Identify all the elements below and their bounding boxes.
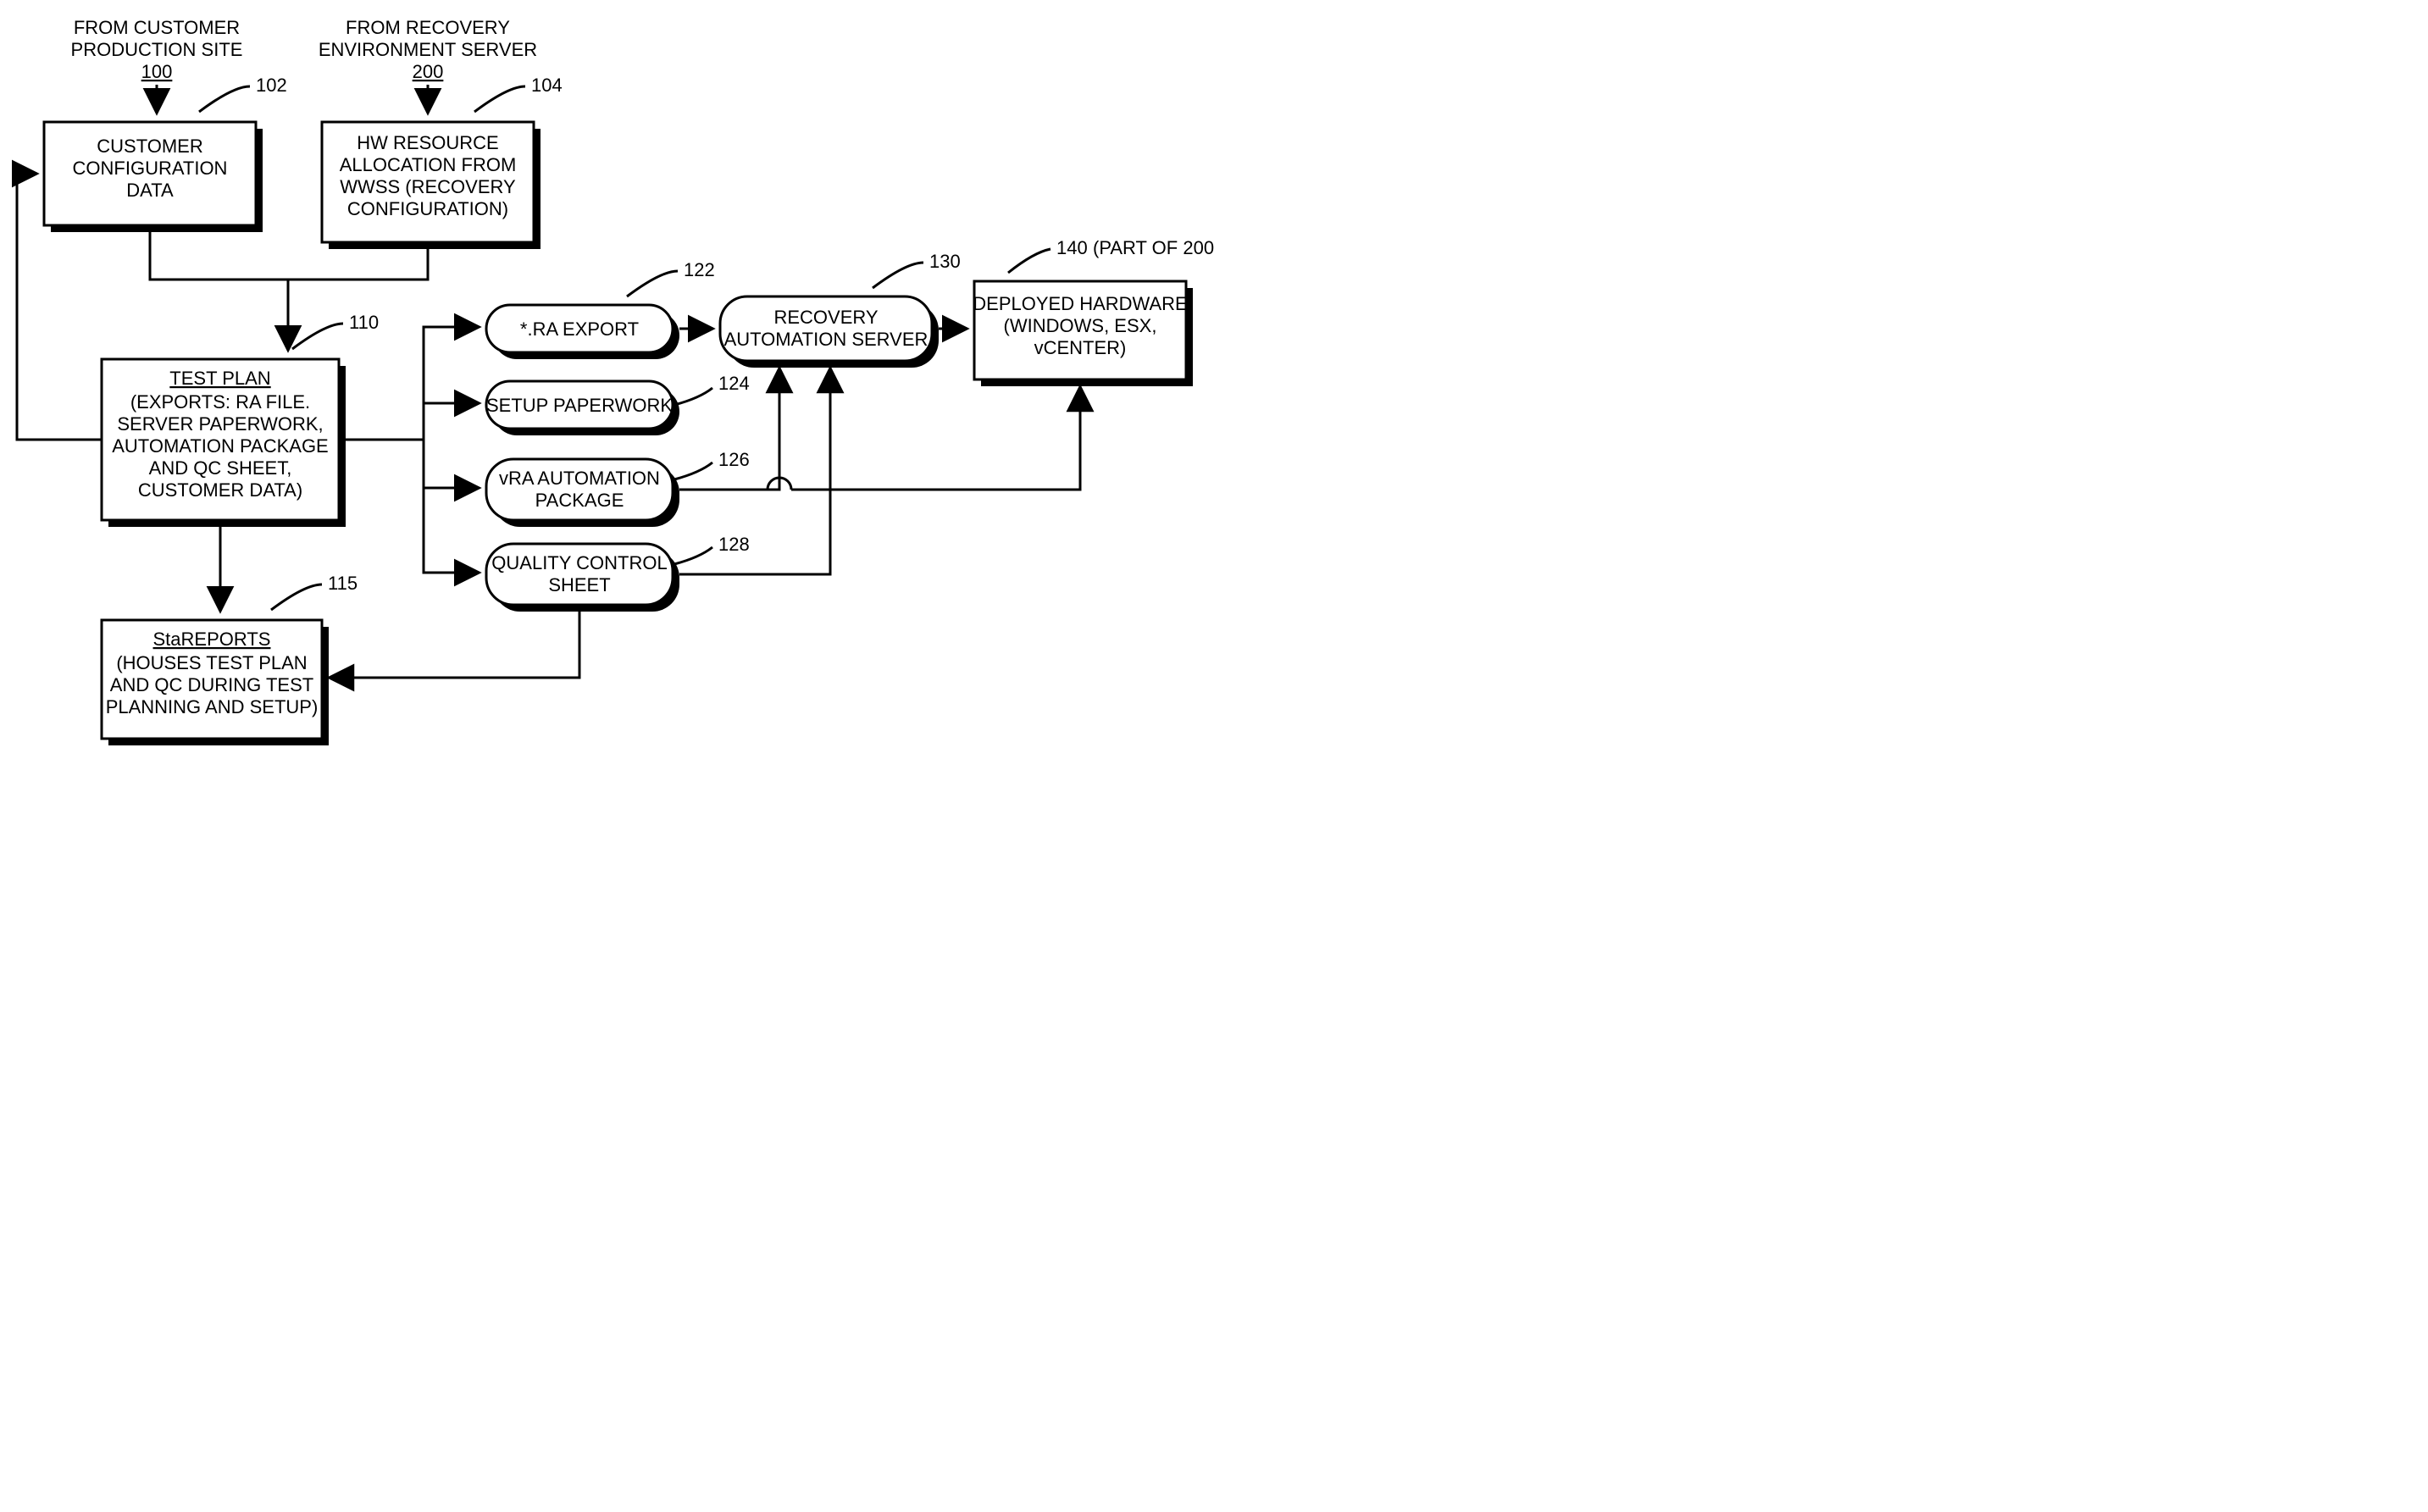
svg-text:WWSS (RECOVERY: WWSS (RECOVERY bbox=[340, 176, 516, 197]
svg-text:*.RA EXPORT: *.RA EXPORT bbox=[520, 318, 639, 340]
svg-text:(PART OF 200): (PART OF 200) bbox=[1093, 237, 1214, 258]
node-qc-sheet: 128 QUALITY CONTROL SHEET bbox=[486, 534, 750, 612]
node-ra-export: 122 *.RA EXPORT bbox=[486, 259, 715, 359]
svg-text:CONFIGURATION): CONFIGURATION) bbox=[347, 198, 508, 219]
svg-text:AUTOMATION PACKAGE: AUTOMATION PACKAGE bbox=[112, 435, 328, 457]
svg-text:PRODUCTION SITE: PRODUCTION SITE bbox=[71, 39, 243, 60]
svg-text:130: 130 bbox=[929, 251, 961, 272]
svg-text:ALLOCATION FROM: ALLOCATION FROM bbox=[340, 154, 517, 175]
svg-text:TEST PLAN: TEST PLAN bbox=[169, 368, 270, 389]
node-test-plan: 110 TEST PLAN (EXPORTS: RA FILE. SERVER … bbox=[102, 312, 379, 527]
svg-text:DATA: DATA bbox=[126, 180, 174, 201]
svg-text:SETUP PAPERWORK: SETUP PAPERWORK bbox=[486, 395, 673, 416]
svg-text:FROM CUSTOMER: FROM CUSTOMER bbox=[74, 17, 240, 38]
svg-text:HW RESOURCE: HW RESOURCE bbox=[357, 132, 498, 153]
node-hw-resource: 104 HW RESOURCE ALLOCATION FROM WWSS (RE… bbox=[322, 75, 563, 249]
svg-text:vCENTER): vCENTER) bbox=[1034, 337, 1127, 358]
svg-text:126: 126 bbox=[718, 449, 750, 470]
svg-text:CUSTOMER: CUSTOMER bbox=[97, 136, 203, 157]
svg-text:CUSTOMER DATA): CUSTOMER DATA) bbox=[138, 479, 302, 501]
svg-text:FROM RECOVERY: FROM RECOVERY bbox=[346, 17, 510, 38]
svg-text:122: 122 bbox=[684, 259, 715, 280]
svg-text:(EXPORTS: RA FILE.: (EXPORTS: RA FILE. bbox=[130, 391, 310, 413]
node-vra-package: 126 vRA AUTOMATION PACKAGE bbox=[486, 449, 750, 527]
svg-text:QUALITY CONTROL: QUALITY CONTROL bbox=[491, 552, 667, 573]
svg-text:DEPLOYED HARDWARE: DEPLOYED HARDWARE bbox=[973, 293, 1187, 314]
svg-text:104: 104 bbox=[531, 75, 563, 96]
svg-text:128: 128 bbox=[718, 534, 750, 555]
svg-text:124: 124 bbox=[718, 373, 750, 394]
svg-text:AND QC SHEET,: AND QC SHEET, bbox=[149, 457, 292, 479]
flow-diagram: FROM CUSTOMER PRODUCTION SITE 100 FROM R… bbox=[0, 0, 1214, 756]
svg-text:AUTOMATION SERVER: AUTOMATION SERVER bbox=[724, 329, 929, 350]
svg-text:(WINDOWS, ESX,: (WINDOWS, ESX, bbox=[1004, 315, 1157, 336]
svg-text:115: 115 bbox=[328, 573, 358, 594]
svg-text:SERVER PAPERWORK,: SERVER PAPERWORK, bbox=[117, 413, 323, 435]
node-stareports: 115 StaREPORTS (HOUSES TEST PLAN AND QC … bbox=[102, 573, 358, 745]
svg-text:SHEET: SHEET bbox=[548, 574, 610, 595]
node-deployed-hardware: 140 (PART OF 200) DEPLOYED HARDWARE (WIN… bbox=[973, 237, 1214, 386]
svg-text:CONFIGURATION: CONFIGURATION bbox=[73, 158, 228, 179]
svg-text:ENVIRONMENT SERVER: ENVIRONMENT SERVER bbox=[319, 39, 537, 60]
node-customer-config: 102 CUSTOMER CONFIGURATION DATA bbox=[44, 75, 287, 232]
svg-text:140: 140 bbox=[1056, 237, 1088, 258]
node-setup-paperwork: 124 SETUP PAPERWORK bbox=[486, 373, 750, 435]
svg-text:110: 110 bbox=[349, 312, 379, 333]
svg-text:StaREPORTS: StaREPORTS bbox=[153, 629, 271, 650]
svg-text:100: 100 bbox=[141, 61, 173, 82]
svg-text:AND QC DURING TEST: AND QC DURING TEST bbox=[110, 674, 313, 695]
svg-text:RECOVERY: RECOVERY bbox=[773, 307, 878, 328]
svg-text:102: 102 bbox=[256, 75, 287, 96]
svg-text:PACKAGE: PACKAGE bbox=[535, 490, 624, 511]
source-customer: FROM CUSTOMER PRODUCTION SITE 100 bbox=[71, 17, 243, 82]
node-recovery-server: 130 RECOVERY AUTOMATION SERVER bbox=[720, 251, 961, 368]
source-recovery: FROM RECOVERY ENVIRONMENT SERVER 200 bbox=[319, 17, 537, 82]
svg-text:200: 200 bbox=[413, 61, 444, 82]
svg-text:PLANNING AND SETUP): PLANNING AND SETUP) bbox=[106, 696, 319, 717]
svg-text:(HOUSES TEST PLAN: (HOUSES TEST PLAN bbox=[116, 652, 307, 673]
svg-text:vRA AUTOMATION: vRA AUTOMATION bbox=[499, 468, 660, 489]
